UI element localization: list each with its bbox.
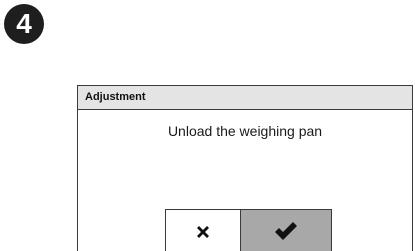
cancel-button[interactable] xyxy=(165,209,241,251)
dialog-title: Adjustment xyxy=(78,86,412,110)
step-number-badge: 4 xyxy=(4,4,44,44)
adjustment-dialog: Adjustment Unload the weighing pan xyxy=(77,85,413,251)
checkmark-icon xyxy=(275,221,297,240)
page: 4 Adjustment Unload the weighing pan xyxy=(0,0,415,251)
dialog-message: Unload the weighing pan xyxy=(167,123,323,139)
cross-icon xyxy=(197,225,209,238)
confirm-button[interactable] xyxy=(240,209,332,251)
